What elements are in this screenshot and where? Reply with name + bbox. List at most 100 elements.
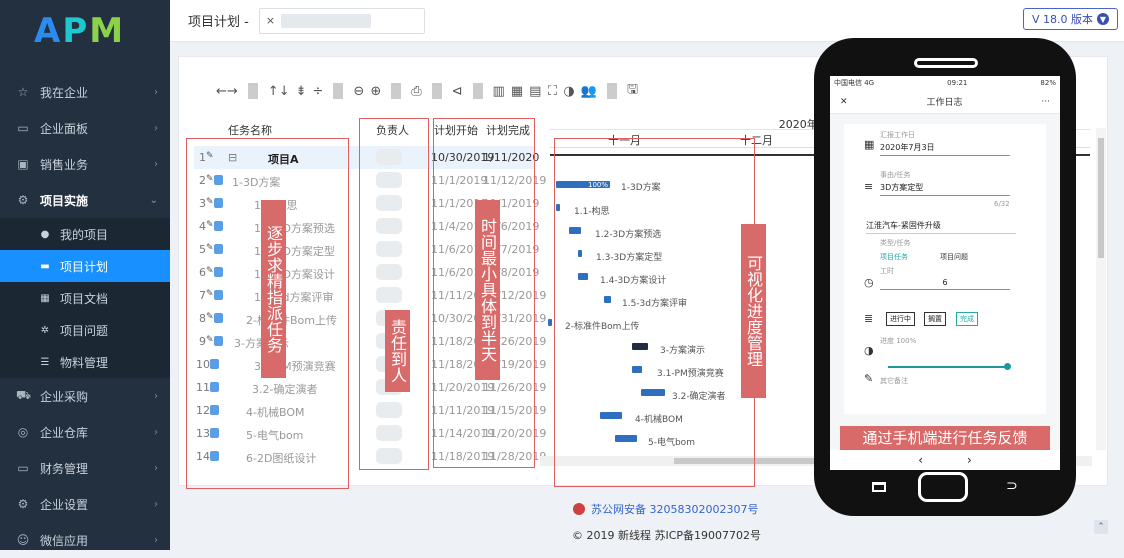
sidebar-item-finance[interactable]: ▭ 财务管理 › (0, 450, 170, 486)
toolbar-divider (606, 83, 617, 99)
sidebar-item-settings[interactable]: ⚙ 企业设置 › (0, 486, 170, 522)
bug-icon: ✲ (40, 324, 50, 336)
slider-knob[interactable] (1004, 363, 1011, 370)
grid-icon: ▦ (40, 292, 50, 304)
home-button (918, 472, 968, 502)
status-done[interactable]: 完成 (956, 312, 978, 326)
date-field[interactable]: 2020年7月3日 (880, 142, 1010, 156)
zoom-in-icon[interactable]: ⊕ (370, 84, 381, 99)
indent-icon[interactable]: ←→ (216, 84, 238, 99)
status-in-progress[interactable]: 进行中 (886, 312, 915, 326)
vertical-scrollbar[interactable] (1096, 128, 1106, 450)
tab-close-icon[interactable]: × (266, 14, 275, 27)
version-button[interactable]: V 18.0 版本 ▼ (1022, 8, 1118, 30)
icp-record: © 2019 新线程 苏ICP备19007702号 (572, 529, 762, 542)
annotation-label-owner: 责任到人 (385, 310, 410, 392)
sidebar-sub-materials[interactable]: ☰ 物料管理 (0, 346, 170, 378)
sidebar-item-project-impl[interactable]: ⚙ 项目实施 ⌄ (0, 182, 170, 218)
menu-hw-icon (872, 482, 886, 492)
phone-screen: 中国电信 4G 09:21 82% ✕ 工作日志 ··· 汇报工作日 ▦ 202… (830, 76, 1060, 469)
progress-icon: ◑ (864, 344, 874, 357)
annotation-label-time: 时间最小具体到半天 (475, 200, 500, 380)
police-badge-icon (573, 503, 585, 515)
collapse-icon[interactable]: ÷ (313, 84, 324, 99)
sidebar-item-sales[interactable]: ▣ 销售业务 › (0, 146, 170, 182)
chevron-right-icon: › (154, 498, 158, 510)
nav-next-icon[interactable]: › (967, 453, 972, 467)
nav-prev-icon[interactable]: ‹ (918, 453, 923, 467)
annotation-label-assign: 逐步求精指派任务 (261, 200, 286, 378)
chevron-right-icon: › (154, 158, 158, 170)
print-icon[interactable]: ⎙ (411, 84, 421, 99)
cart-icon: ⛟ (16, 388, 32, 402)
layout-both-icon[interactable]: ▦ (511, 84, 523, 99)
top-bar: 项目计划 - × V 18.0 版本 ▼ (170, 0, 1124, 42)
phone-nav-row: ‹ › (830, 450, 1060, 470)
more-icon[interactable]: ··· (1041, 97, 1050, 107)
sidebar-sub-project-plan[interactable]: ▬ 项目计划 (0, 250, 170, 282)
palette-icon[interactable]: ◑ (563, 84, 574, 99)
annotation-label-mobile: 通过手机端进行任务反馈 (840, 426, 1050, 450)
chevron-down-icon: ▼ (1097, 13, 1109, 25)
wechat-icon: ☺ (16, 533, 30, 547)
save-icon[interactable]: 🖫 (627, 80, 638, 102)
close-icon[interactable]: ✕ (840, 97, 848, 107)
phone-app-title: 工作日志 (926, 98, 963, 108)
gears-icon: ⚙ (17, 193, 29, 207)
tab-blurred-name (281, 13, 372, 28)
project-select[interactable]: 江淮汽车-紧固件升级 (866, 220, 1016, 234)
chevron-right-icon: › (154, 122, 158, 134)
timer-icon: ◷ (864, 276, 874, 289)
list-icon: ☰ (40, 356, 50, 368)
police-record-link[interactable]: 苏公网安备 32058302002307号 (573, 501, 758, 517)
pen-icon: ✎ (864, 372, 874, 385)
gantt-toolbar: ←→ ↑↓ ⇟ ÷ ⊖ ⊕ ⎙ ⊲ ▥ ▦ ▤ ⛶ ◑ 👥 🖫 (216, 78, 638, 104)
sidebar-item-purchasing[interactable]: ⛟ 企业采购 › (0, 378, 170, 414)
progress-slider[interactable] (888, 363, 1011, 370)
expand-icon[interactable]: ⇟ (296, 84, 307, 99)
annotation-box-gantt (554, 138, 755, 487)
zoom-out-icon[interactable]: ⊖ (353, 84, 364, 99)
toolbar-divider (247, 83, 258, 99)
project-tab[interactable]: × (258, 7, 425, 34)
radio-project-task[interactable]: 项目任务 (880, 252, 908, 262)
status-icon: ≣ (864, 312, 874, 325)
status-on-hold[interactable]: 搁置 (924, 312, 946, 326)
task-field[interactable]: 3D方案定型 (880, 182, 1010, 196)
sidebar-sub-project-issues[interactable]: ✲ 项目问题 (0, 314, 170, 346)
sidebar-sub-my-projects[interactable]: ● 我的项目 (0, 218, 170, 250)
chevron-right-icon: › (154, 462, 158, 474)
users-icon[interactable]: 👥 (581, 84, 597, 99)
sidebar-item-my-enterprise[interactable]: ☆ 我在企业 › (0, 74, 170, 110)
sidebar-item-warehouse[interactable]: ◎ 企业仓库 › (0, 414, 170, 450)
annotation-box-owner (359, 118, 429, 470)
hours-field[interactable]: 6 (880, 278, 1010, 290)
monitor-icon: ▭ (17, 121, 29, 135)
gantt-bar[interactable] (548, 319, 552, 326)
share-icon[interactable]: ⊲ (452, 84, 463, 99)
sidebar-sub-project-docs[interactable]: ▦ 项目文档 (0, 282, 170, 314)
move-icon[interactable]: ↑↓ (268, 84, 290, 99)
layout-right-icon[interactable]: ▤ (529, 84, 541, 99)
back-hw-icon: ⊃ (1006, 478, 1018, 494)
back-to-top-icon[interactable]: ⌃ (1094, 520, 1108, 534)
col-task-name[interactable]: 任务名称 (228, 122, 272, 138)
annotation-label-visual: 可视化进度管理 (741, 224, 766, 398)
card-icon: ▬ (40, 260, 50, 272)
chevron-right-icon: › (154, 426, 158, 438)
layout-left-icon[interactable]: ▥ (493, 84, 505, 99)
sidebar-item-wechat[interactable]: ☺ 微信应用 › (0, 522, 170, 558)
radio-project-issue[interactable]: 项目问题 (940, 252, 968, 262)
chevron-right-icon: › (154, 86, 158, 98)
scroll-thumb[interactable] (1098, 138, 1104, 258)
fullscreen-icon[interactable]: ⛶ (547, 84, 557, 99)
toolbar-divider (431, 83, 442, 99)
worklog-form: 汇报工作日 ▦ 2020年7月3日 事由/任务 ≡ 3D方案定型 6/32 江淮… (844, 124, 1046, 414)
app-logo[interactable]: APM (0, 0, 170, 62)
chevron-right-icon: › (154, 534, 158, 546)
calendar-icon: ▦ (864, 138, 875, 151)
sidebar-item-dashboard[interactable]: ▭ 企业面板 › (0, 110, 170, 146)
toolbar-divider (333, 83, 344, 99)
database-icon: ◎ (17, 425, 29, 439)
chevron-right-icon: › (154, 390, 158, 402)
